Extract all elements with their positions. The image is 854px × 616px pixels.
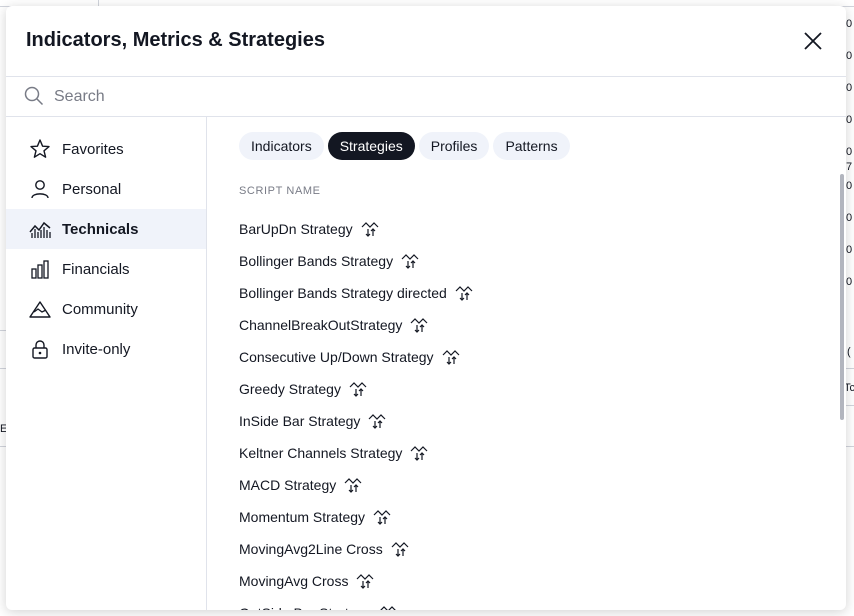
close-icon bbox=[804, 32, 822, 50]
sidebar-item-personal[interactable]: Personal bbox=[6, 169, 206, 209]
list-item[interactable]: MovingAvg Cross bbox=[239, 565, 473, 597]
strategy-icon bbox=[371, 604, 397, 610]
price-tick: 0 bbox=[846, 146, 853, 158]
sidebar-item-label: Financials bbox=[62, 260, 130, 278]
list-item[interactable]: ChannelBreakOutStrategy bbox=[239, 309, 473, 341]
script-list-panel: Indicators Strategies Profiles Patterns … bbox=[207, 117, 846, 610]
script-list: BarUpDn Strategy Bollinger Bands Strategy… bbox=[239, 213, 473, 610]
indicators-dialog: Indicators, Metrics & Strategies Favorit… bbox=[6, 6, 846, 610]
dialog-title: Indicators, Metrics & Strategies bbox=[26, 29, 325, 51]
list-item[interactable]: Consecutive Up/Down Strategy bbox=[239, 341, 473, 373]
sidebar-item-community[interactable]: Community bbox=[6, 289, 206, 329]
sidebar-item-label: Community bbox=[62, 300, 138, 318]
sidebar-item-favorites[interactable]: Favorites bbox=[6, 129, 206, 169]
scrollbar[interactable] bbox=[840, 174, 844, 420]
list-item[interactable]: MACD Strategy bbox=[239, 469, 473, 501]
strategy-icon bbox=[353, 220, 379, 238]
script-name: MovingAvg2Line Cross bbox=[239, 541, 383, 557]
price-tick: 0 bbox=[846, 276, 853, 288]
strategy-icon bbox=[434, 348, 460, 366]
sidebar-item-financials[interactable]: Financials bbox=[6, 249, 206, 289]
script-name: Greedy Strategy bbox=[239, 381, 341, 397]
strategy-icon bbox=[383, 540, 409, 558]
sidebar-item-invite-only[interactable]: Invite-only bbox=[6, 329, 206, 369]
strategy-icon bbox=[447, 284, 473, 302]
lock-icon bbox=[29, 338, 51, 360]
dialog-header: Indicators, Metrics & Strategies bbox=[6, 6, 846, 77]
script-name: OutSide Bar Strategy bbox=[239, 605, 371, 610]
script-name-header: SCRIPT NAME bbox=[239, 185, 321, 197]
script-name: Bollinger Bands Strategy directed bbox=[239, 285, 447, 301]
chart-gridline bbox=[846, 368, 854, 369]
price-tick: 0 bbox=[846, 18, 853, 30]
user-icon bbox=[29, 178, 51, 200]
script-name: Bollinger Bands Strategy bbox=[239, 253, 394, 269]
script-name: Momentum Strategy bbox=[239, 509, 366, 525]
close-button[interactable] bbox=[802, 30, 824, 52]
strategy-icon bbox=[341, 380, 367, 398]
strategy-icon bbox=[365, 508, 391, 526]
script-name: BarUpDn Strategy bbox=[239, 221, 353, 237]
sidebar-item-label: Favorites bbox=[62, 140, 124, 158]
sidebar-item-technicals[interactable]: Technicals bbox=[6, 209, 206, 249]
star-icon bbox=[29, 138, 51, 160]
strategy-icon bbox=[393, 252, 419, 270]
script-name: Keltner Channels Strategy bbox=[239, 445, 403, 461]
list-item[interactable]: Bollinger Bands Strategy directed bbox=[239, 277, 473, 309]
strategy-icon bbox=[402, 444, 428, 462]
strategy-icon bbox=[360, 412, 386, 430]
script-name: ChannelBreakOutStrategy bbox=[239, 317, 403, 333]
search-icon bbox=[24, 86, 44, 106]
list-item[interactable]: Keltner Channels Strategy bbox=[239, 437, 473, 469]
list-item[interactable]: BarUpDn Strategy bbox=[239, 213, 473, 245]
sidebar-item-label: Technicals bbox=[62, 220, 139, 238]
strategy-icon bbox=[348, 572, 374, 590]
community-icon bbox=[29, 298, 51, 320]
list-item[interactable]: Greedy Strategy bbox=[239, 373, 473, 405]
script-name: Consecutive Up/Down Strategy bbox=[239, 349, 434, 365]
script-name: MACD Strategy bbox=[239, 477, 337, 493]
script-name: MovingAvg Cross bbox=[239, 573, 349, 589]
price-tick: 0 bbox=[846, 212, 853, 224]
price-tick: 0 bbox=[846, 82, 853, 94]
tab-profiles[interactable]: Profiles bbox=[418, 132, 490, 160]
price-tick: 0 bbox=[846, 244, 853, 256]
list-item[interactable]: MovingAvg2Line Cross bbox=[239, 533, 473, 565]
script-name: InSide Bar Strategy bbox=[239, 413, 361, 429]
chart-gridline bbox=[846, 405, 854, 406]
list-item[interactable]: InSide Bar Strategy bbox=[239, 405, 473, 437]
tab-bar: Indicators Strategies Profiles Patterns bbox=[239, 132, 574, 160]
search-bar bbox=[6, 76, 846, 117]
price-tick: 0 bbox=[846, 180, 853, 192]
strategy-icon bbox=[402, 316, 428, 334]
search-input[interactable] bbox=[52, 82, 816, 112]
bar-chart-icon bbox=[29, 258, 51, 280]
tab-indicators[interactable]: Indicators bbox=[239, 132, 324, 160]
sidebar-item-label: Invite-only bbox=[62, 340, 131, 358]
chart-area-icon bbox=[29, 218, 51, 240]
tab-strategies[interactable]: Strategies bbox=[327, 132, 415, 160]
category-sidebar: Favorites Personal Technicals Financials… bbox=[6, 117, 207, 610]
list-item[interactable]: OutSide Bar Strategy bbox=[239, 597, 473, 610]
tab-patterns[interactable]: Patterns bbox=[493, 132, 570, 160]
list-item[interactable]: Momentum Strategy bbox=[239, 501, 473, 533]
scroll-arrow: ( bbox=[847, 346, 851, 358]
strategy-icon bbox=[336, 476, 362, 494]
sidebar-item-label: Personal bbox=[62, 180, 122, 198]
list-item[interactable]: Bollinger Bands Strategy bbox=[239, 245, 473, 277]
price-tick: 0 bbox=[846, 50, 853, 62]
price-tick: 7 bbox=[846, 161, 853, 173]
price-tick: 0 bbox=[846, 114, 853, 126]
